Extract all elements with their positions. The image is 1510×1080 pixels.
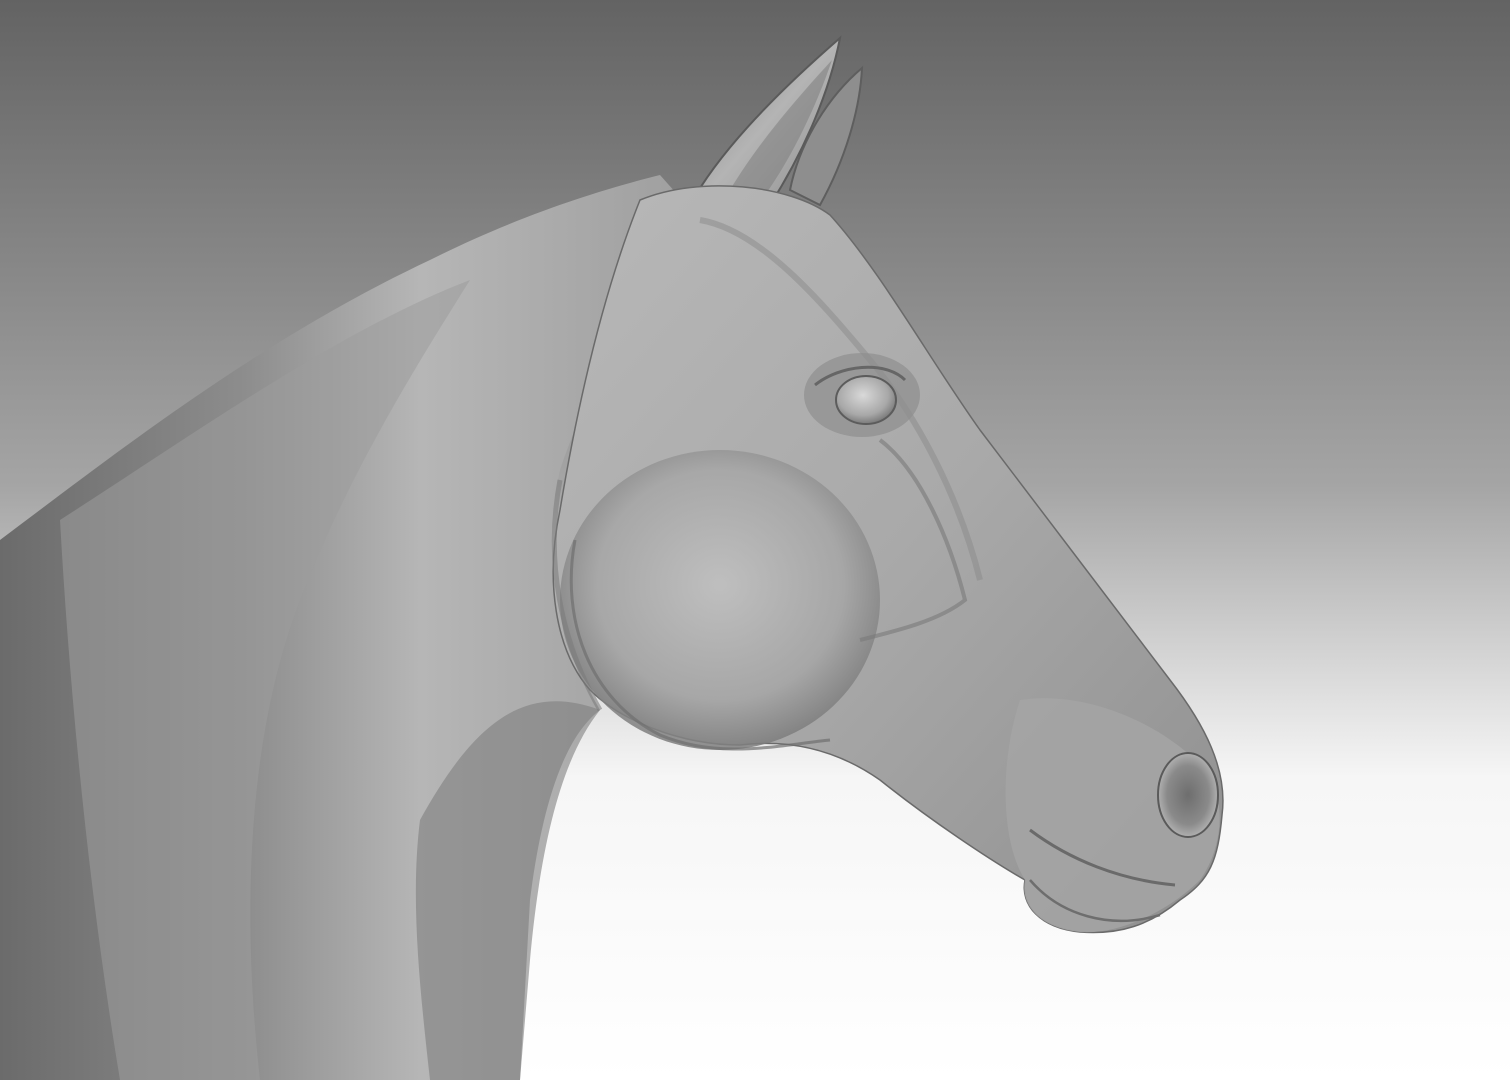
horse-eye [835, 375, 897, 425]
viewport-canvas[interactable] [0, 0, 1510, 1080]
horse-nostril [1157, 752, 1219, 838]
horse-cheek [560, 450, 880, 750]
3d-viewport[interactable] [0, 0, 1510, 1080]
